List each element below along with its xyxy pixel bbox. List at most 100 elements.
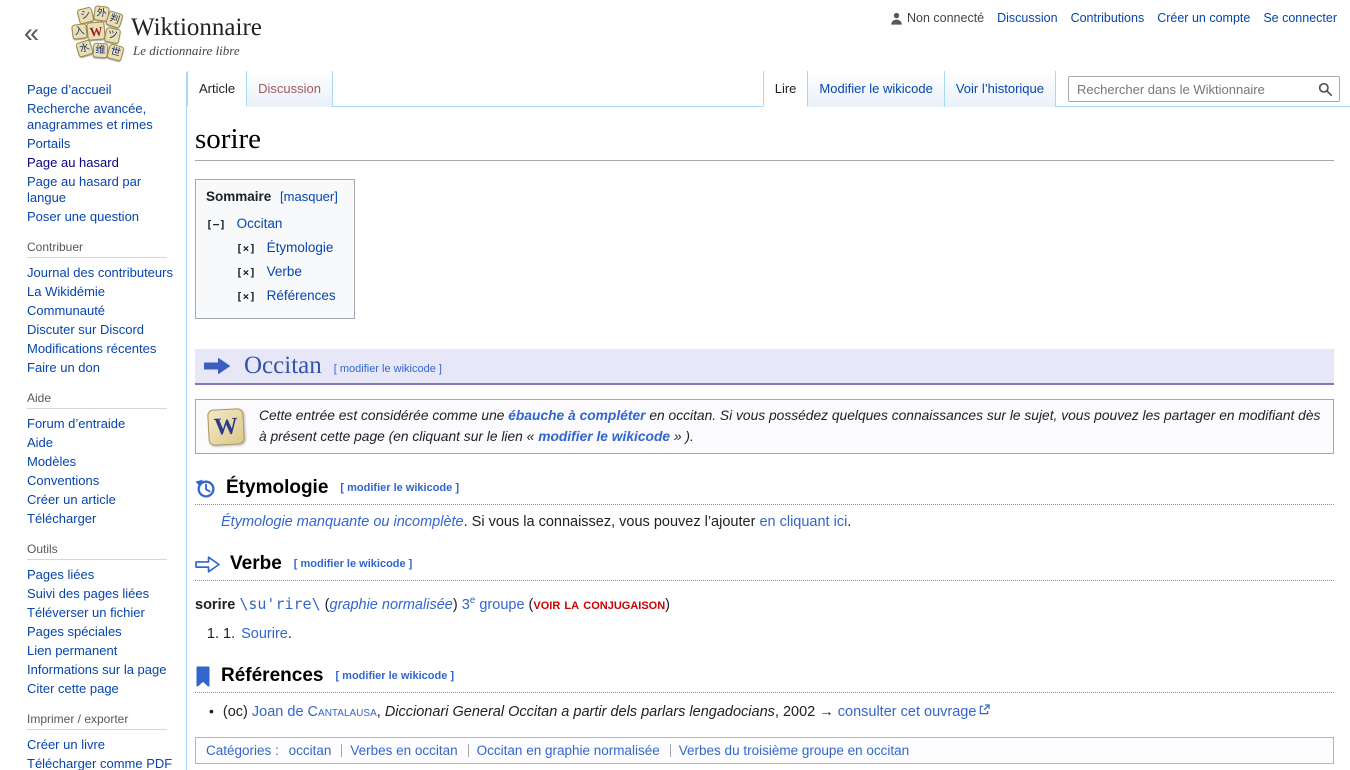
stub-link-ebauche[interactable]: ébauche à compléter: [508, 408, 645, 423]
sidebar-item-recherche-avancee[interactable]: Recherche avancée, anagrammes et rimes: [27, 101, 180, 133]
sidebar-item-telecharger[interactable]: Télécharger: [27, 511, 180, 527]
definition-link-sourire[interactable]: Sourire: [241, 626, 288, 642]
logo-tile-w: W: [86, 21, 106, 41]
edit-section-link[interactable]: [ modifier le wikicode ]: [340, 482, 459, 494]
sidebar-heading-aide: Aide: [27, 391, 167, 409]
search-button[interactable]: [1311, 77, 1339, 101]
sidebar-item-creer-livre[interactable]: Créer un livre: [27, 737, 180, 753]
pronunciation-link[interactable]: \su'rire\: [239, 595, 320, 613]
sidebar-item-poser-question[interactable]: Poser une question: [27, 209, 180, 225]
table-of-contents: Sommaire [masquer] [−] Occitan [×] Étymo…: [195, 179, 355, 319]
stub-link-modifier[interactable]: modifier le wikicode: [538, 429, 670, 444]
toc-link-etymologie[interactable]: Étymologie: [267, 240, 334, 255]
tab-modifier-wikicode[interactable]: Modifier le wikicode: [808, 71, 945, 107]
site-subtitle: Le dictionnaire libre: [133, 43, 240, 58]
search-icon: [1318, 82, 1332, 96]
history-icon: [195, 478, 216, 499]
search-input[interactable]: [1077, 81, 1311, 97]
etymology-add-link[interactable]: en cliquant ici: [759, 514, 847, 530]
tab-discussion[interactable]: Discussion: [247, 71, 333, 107]
category-link[interactable]: Verbes en occitan: [350, 743, 457, 758]
toc-item-verbe: [×] Verbe: [206, 260, 338, 284]
personal-link-discussion[interactable]: Discussion: [997, 11, 1057, 25]
sidebar-collapse-icon[interactable]: «: [24, 18, 39, 48]
toc-link-references[interactable]: Références: [267, 288, 336, 303]
sidebar-item-televerser[interactable]: Téléverser un fichier: [27, 605, 180, 621]
headword: sorire: [195, 597, 236, 614]
verb-group-link[interactable]: 3e groupe: [462, 596, 525, 614]
definition-item: 1.Sourire.: [223, 626, 1334, 642]
sidebar-item-conventions[interactable]: Conventions: [27, 473, 180, 489]
sidebar-item-citer-page[interactable]: Citer cette page: [27, 681, 180, 697]
sidebar-item-wikidemie[interactable]: La Wikidémie: [27, 284, 180, 300]
toc-item-references: [×] Références: [206, 284, 338, 308]
section-title: Verbe: [230, 553, 282, 575]
site-title-block[interactable]: Wiktionnaire Le dictionnaire libre: [131, 14, 262, 59]
language-title-link[interactable]: Occitan: [244, 352, 322, 380]
toc-link-occitan[interactable]: Occitan: [237, 216, 283, 231]
logo-tile: 水: [75, 39, 94, 58]
toc-link-verbe[interactable]: Verbe: [267, 264, 302, 279]
category-separator: [669, 744, 671, 758]
sidebar-item-forum-entraide[interactable]: Forum d’entraide: [27, 416, 180, 432]
sidebar-item-telecharger-pdf[interactable]: Télécharger comme PDF: [27, 756, 180, 770]
sidebar-item-accueil[interactable]: Page d’accueil: [27, 82, 180, 98]
language-arrow-icon: [204, 358, 230, 374]
logo-tile: 入: [71, 23, 88, 40]
namespace-tabs: Article Discussion: [187, 71, 333, 107]
sidebar-item-pages-speciales[interactable]: Pages spéciales: [27, 624, 180, 640]
author-link[interactable]: Joan de Cantalausa: [252, 704, 377, 720]
conjugation-link[interactable]: voir la conjugaison: [533, 596, 665, 613]
tab-lire[interactable]: Lire: [762, 71, 809, 107]
category-separator: [341, 744, 343, 758]
edit-section-link[interactable]: [ modifier le wikicode ]: [294, 558, 413, 570]
login-status-label: Non connecté: [906, 11, 985, 25]
toc-hide-link[interactable]: [masquer]: [280, 189, 338, 204]
wiktionnaire-page: « シ 外 判 入 W ツ 水 维 世 Wiktionnaire Le dict…: [0, 0, 1350, 770]
site-header: « シ 外 判 入 W ツ 水 维 世 Wiktionnaire Le dict…: [0, 0, 1350, 72]
sidebar-item-modifs-recentes[interactable]: Modifications récentes: [27, 341, 180, 357]
category-link[interactable]: Occitan en graphie normalisée: [477, 743, 660, 758]
personal-link-login[interactable]: Se connecter: [1263, 11, 1337, 25]
login-status: Non connecté: [890, 11, 984, 25]
sidebar-item-modeles[interactable]: Modèles: [27, 454, 180, 470]
personal-link-contributions[interactable]: Contributions: [1071, 11, 1145, 25]
definition-list: 1.Sourire.: [223, 626, 1334, 642]
sidebar-item-lien-permanent[interactable]: Lien permanent: [27, 643, 180, 659]
edit-section-link[interactable]: [ modifier le wikicode ]: [334, 363, 442, 375]
logo-tile: ツ: [103, 26, 122, 45]
toc-title: Sommaire: [206, 189, 272, 204]
category-link[interactable]: Verbes du troisième groupe en occitan: [679, 743, 909, 758]
toc-toggle-icon[interactable]: [×]: [236, 242, 256, 255]
sidebar-item-aide[interactable]: Aide: [27, 435, 180, 451]
graphie-normalisee-link[interactable]: graphie normalisée: [330, 597, 453, 613]
sidebar-item-faire-un-don[interactable]: Faire un don: [27, 360, 180, 376]
sidebar-item-infos-page[interactable]: Informations sur la page: [27, 662, 180, 678]
toc-item-occitan: [−] Occitan: [206, 212, 338, 236]
sidebar-item-hasard-langue[interactable]: Page au hasard par langue: [27, 174, 180, 206]
sidebar-item-communaute[interactable]: Communauté: [27, 303, 180, 319]
sidebar-item-creer-article[interactable]: Créer un article: [27, 492, 180, 508]
sidebar-item-pages-liees[interactable]: Pages liées: [27, 567, 180, 583]
toc-toggle-icon[interactable]: [×]: [236, 266, 256, 279]
toc-toggle-icon[interactable]: [×]: [236, 290, 256, 303]
toc-toggle-icon[interactable]: [−]: [206, 218, 226, 231]
logo-tile: 世: [106, 43, 125, 62]
tab-historique[interactable]: Voir l’historique: [944, 71, 1056, 107]
language-section-header: Occitan [ modifier le wikicode ]: [195, 349, 1334, 385]
category-link[interactable]: occitan: [289, 743, 332, 758]
sidebar-item-page-au-hasard[interactable]: Page au hasard: [27, 155, 180, 171]
personal-link-create-account[interactable]: Créer un compte: [1157, 11, 1250, 25]
consult-work-link[interactable]: consulter cet ouvrage: [838, 704, 977, 720]
sidebar-item-discord[interactable]: Discuter sur Discord: [27, 322, 180, 338]
external-link-icon: [979, 703, 991, 719]
wiktionnaire-logo[interactable]: シ 外 判 入 W ツ 水 维 世: [66, 5, 125, 64]
tab-article[interactable]: Article: [187, 71, 248, 107]
sidebar-item-suivi-pages-liees[interactable]: Suivi des pages liées: [27, 586, 180, 602]
sidebar-item-journal[interactable]: Journal des contributeurs: [27, 265, 180, 281]
toc-item-etymologie: [×] Étymologie: [206, 236, 338, 260]
sidebar-item-portails[interactable]: Portails: [27, 136, 180, 152]
categories-label-link[interactable]: Catégories :: [206, 743, 279, 758]
etymology-missing-link[interactable]: Étymologie manquante ou incomplète: [221, 514, 464, 530]
edit-section-link[interactable]: [ modifier le wikicode ]: [335, 670, 454, 682]
